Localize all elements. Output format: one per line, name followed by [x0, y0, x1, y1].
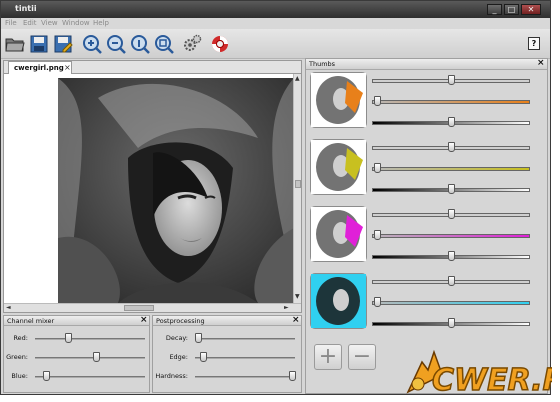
- edge-slider-track[interactable]: [195, 357, 295, 359]
- thumb-4-sat-slider[interactable]: [372, 301, 530, 305]
- thumb-image: [311, 140, 366, 194]
- channel-mixer-header: Channel mixer ×: [4, 315, 149, 326]
- thumb-4-hue-handle[interactable]: [448, 276, 455, 286]
- green-label: Green:: [6, 353, 28, 361]
- thumb-preview-3[interactable]: [310, 206, 367, 262]
- tab-cwergirl[interactable]: cwergirl.png ×: [8, 61, 72, 74]
- edge-label: Edge:: [169, 353, 188, 361]
- app-window: tintii _ □ ✕ File Edit View Window Help …: [0, 0, 551, 395]
- vertical-scrollbar[interactable]: ▲ ▼: [293, 74, 301, 303]
- settings-gears-icon[interactable]: [182, 34, 202, 54]
- postprocessing-title: Postprocessing: [156, 317, 205, 325]
- thumb-3-val-handle[interactable]: [448, 251, 455, 261]
- thumb-preview-1[interactable]: [310, 72, 367, 128]
- thumb-list: [306, 59, 547, 339]
- remove-thumb-button[interactable]: −: [348, 344, 376, 370]
- thumb-1-val-handle[interactable]: [448, 117, 455, 127]
- save-icon[interactable]: [29, 34, 49, 54]
- context-help-button[interactable]: ?: [528, 37, 540, 50]
- decay-label: Decay:: [165, 334, 188, 342]
- thumb-preview-4[interactable]: [310, 273, 367, 329]
- zoom-actual-icon[interactable]: [154, 34, 174, 54]
- postprocessing-panel: Postprocessing × Decay: Edge: Hardness:: [152, 315, 302, 393]
- toolbar: ?: [1, 29, 550, 59]
- menu-bar: File Edit View Window Help: [1, 18, 550, 29]
- zoom-fit-icon[interactable]: [130, 34, 150, 54]
- close-button[interactable]: ✕: [521, 4, 541, 15]
- tab-close-icon[interactable]: ×: [64, 63, 71, 72]
- hardness-label: Hardness:: [155, 372, 188, 380]
- thumb-image: [311, 274, 366, 328]
- menu-help[interactable]: Help: [93, 19, 109, 27]
- scroll-up-icon[interactable]: ▲: [295, 75, 300, 82]
- grayscale-portrait-image: [58, 78, 294, 303]
- thumb-3-hue-handle[interactable]: [448, 209, 455, 219]
- thumb-3-sat-handle[interactable]: [373, 230, 381, 240]
- thumb-2-val-handle[interactable]: [448, 184, 455, 194]
- thumb-4-sat-handle[interactable]: [373, 297, 381, 307]
- scroll-down-icon[interactable]: ▼: [295, 293, 300, 300]
- save-as-icon[interactable]: [53, 34, 73, 54]
- thumb-1-sat-slider[interactable]: [372, 100, 530, 104]
- thumb-3-sat-slider[interactable]: [372, 234, 530, 238]
- menu-edit[interactable]: Edit: [23, 19, 37, 27]
- thumb-image: [311, 207, 366, 261]
- tab-label: cwergirl.png: [14, 64, 64, 72]
- add-thumb-button[interactable]: +: [314, 344, 342, 370]
- hardness-slider-track[interactable]: [195, 376, 295, 378]
- vertical-scroll-handle[interactable]: [295, 180, 301, 188]
- decay-slider-track[interactable]: [195, 338, 295, 340]
- thumb-2-sat-handle[interactable]: [373, 163, 381, 173]
- document-tabs: cwergirl.png ×: [4, 61, 301, 74]
- window-title: tintii: [15, 4, 37, 13]
- thumb-2-hue-handle[interactable]: [448, 142, 455, 152]
- document-area: cwergirl.png × ▲ ▼ ◄ ►: [3, 60, 302, 313]
- menu-window[interactable]: Window: [62, 19, 90, 27]
- thumb-1-hue-handle[interactable]: [448, 75, 455, 85]
- horizontal-scrollbar[interactable]: ◄ ►: [4, 303, 301, 312]
- blue-slider-track[interactable]: [35, 376, 145, 378]
- postprocessing-close-icon[interactable]: ×: [292, 315, 300, 325]
- blue-slider-handle[interactable]: [43, 371, 50, 381]
- help-lifebuoy-icon[interactable]: [210, 34, 230, 54]
- zoom-in-icon[interactable]: [82, 34, 102, 54]
- edge-slider-handle[interactable]: [200, 352, 207, 362]
- thumb-4-val-handle[interactable]: [448, 318, 455, 328]
- thumb-preview-2[interactable]: [310, 139, 367, 195]
- hardness-slider-handle[interactable]: [289, 371, 296, 381]
- postprocessing-header: Postprocessing ×: [153, 315, 301, 326]
- blue-label: Blue:: [11, 372, 28, 380]
- maximize-button[interactable]: □: [504, 4, 519, 15]
- thumb-image: [311, 73, 366, 127]
- thumb-2-sat-slider[interactable]: [372, 167, 530, 171]
- title-bar[interactable]: tintii _ □ ✕: [1, 1, 550, 18]
- minimize-button[interactable]: _: [487, 4, 502, 15]
- cwer-watermark-logo: CWER.RU: [406, 349, 552, 399]
- channel-mixer-panel: Channel mixer × Red: Green: Blue:: [3, 315, 150, 393]
- zoom-out-icon[interactable]: [106, 34, 126, 54]
- channel-mixer-title: Channel mixer: [7, 317, 55, 325]
- open-folder-icon[interactable]: [5, 34, 25, 54]
- red-slider-handle[interactable]: [65, 333, 72, 343]
- thumb-1-sat-handle[interactable]: [373, 96, 381, 106]
- scroll-left-icon[interactable]: ◄: [6, 304, 11, 311]
- decay-slider-handle[interactable]: [195, 333, 202, 343]
- menu-view[interactable]: View: [41, 19, 58, 27]
- channel-mixer-close-icon[interactable]: ×: [140, 315, 148, 325]
- green-slider-track[interactable]: [35, 357, 145, 359]
- horizontal-scroll-handle[interactable]: [124, 305, 154, 311]
- menu-file[interactable]: File: [5, 19, 17, 27]
- image-canvas[interactable]: [4, 74, 294, 303]
- red-label: Red:: [13, 334, 28, 342]
- watermark-text: CWER.RU: [432, 363, 552, 398]
- scroll-right-icon[interactable]: ►: [284, 304, 289, 311]
- red-slider-track[interactable]: [35, 338, 145, 340]
- green-slider-handle[interactable]: [92, 352, 100, 362]
